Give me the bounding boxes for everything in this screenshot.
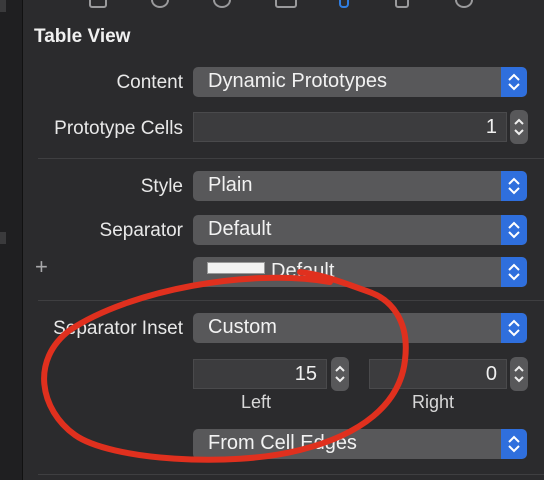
file-inspector-icon[interactable] — [89, 0, 107, 8]
inset-left-stepper[interactable] — [331, 357, 349, 391]
section-divider — [38, 474, 544, 475]
prototype-cells-stepper[interactable] — [510, 110, 528, 144]
gutter-marker — [0, 0, 6, 12]
content-label: Content — [116, 72, 183, 93]
attributes-inspector: Table View Content Dynamic Prototypes Pr… — [23, 12, 544, 480]
history-inspector-icon[interactable] — [151, 0, 169, 8]
separator-inset-value: Custom — [208, 316, 277, 338]
help-inspector-icon[interactable] — [213, 0, 231, 8]
updown-chevron-icon — [501, 313, 527, 343]
inset-right-caption: Right — [412, 392, 455, 412]
identity-inspector-icon[interactable] — [275, 0, 297, 8]
color-swatch — [207, 262, 265, 274]
inset-right-stepper[interactable] — [510, 357, 528, 391]
inset-left-field[interactable]: 15 — [193, 359, 327, 389]
updown-chevron-icon — [501, 215, 527, 245]
prototype-cells-label: Prototype Cells — [54, 118, 183, 139]
updown-chevron-icon — [501, 257, 527, 287]
gutter-marker — [0, 232, 6, 244]
section-title: Table View — [34, 26, 131, 47]
section-divider — [38, 158, 544, 159]
section-divider — [38, 300, 544, 301]
updown-chevron-icon — [501, 67, 527, 97]
style-value: Plain — [208, 174, 253, 196]
prototype-cells-field[interactable]: 1 — [193, 112, 507, 142]
content-value: Dynamic Prototypes — [208, 70, 387, 92]
attributes-inspector-icon[interactable] — [339, 0, 349, 8]
style-label: Style — [140, 176, 183, 197]
separator-value: Default — [208, 218, 272, 240]
inspector-tab-bar — [23, 0, 544, 12]
separator-color-value: Default — [271, 260, 335, 282]
inset-reference-popup[interactable]: From Cell Edges — [193, 429, 527, 459]
connections-inspector-icon[interactable] — [455, 0, 473, 8]
updown-chevron-icon — [501, 429, 527, 459]
inset-reference-value: From Cell Edges — [208, 432, 357, 454]
updown-chevron-icon — [501, 171, 527, 201]
style-popup[interactable]: Plain — [193, 171, 527, 201]
separator-inset-label: Separator Inset — [53, 318, 183, 339]
inset-left-caption: Left — [241, 392, 272, 412]
left-gutter — [0, 0, 23, 480]
separator-label: Separator — [99, 220, 183, 241]
separator-color-popup[interactable]: Default — [193, 257, 527, 287]
content-popup[interactable]: Dynamic Prototypes — [193, 67, 527, 97]
inset-right-field[interactable]: 0 — [369, 359, 507, 389]
size-inspector-icon[interactable] — [395, 0, 409, 8]
separator-popup[interactable]: Default — [193, 215, 527, 245]
separator-inset-popup[interactable]: Custom — [193, 313, 527, 343]
add-variation-button[interactable]: + — [35, 254, 48, 280]
